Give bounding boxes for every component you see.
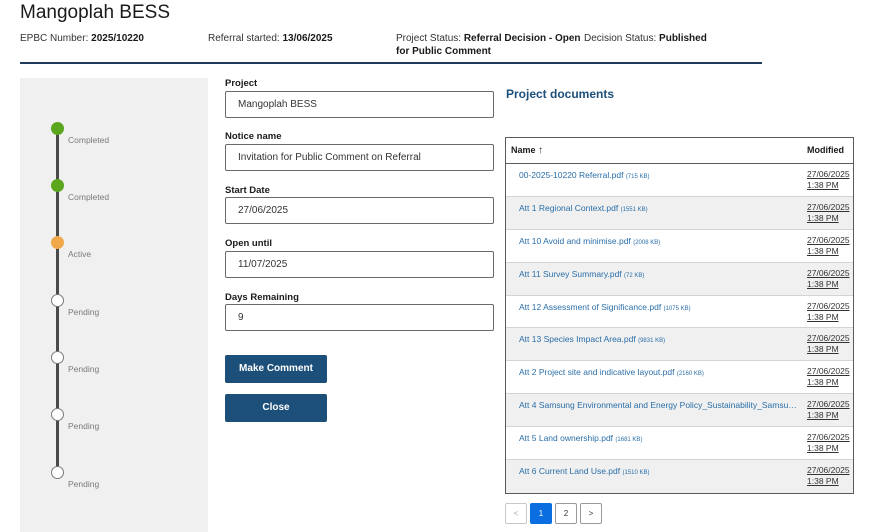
table-row: Att 13 Species Impact Area.pdf (9831 KB)… <box>506 328 853 362</box>
modified-date: 27/06/2025 1:38 PM <box>807 399 850 421</box>
step-4-pending-icon <box>51 294 64 307</box>
table-row: Att 11 Survey Summary.pdf (72 KB) 27/06/… <box>506 262 853 296</box>
page-title: Mangoplah BESS <box>20 2 170 23</box>
referral-started: Referral started: 13/06/2025 <box>208 33 333 44</box>
table-row: Att 10 Avoid and minimise.pdf (2008 KB) … <box>506 230 853 263</box>
step-3-label: Active <box>68 249 92 259</box>
notice-name-label: Notice name <box>225 131 282 142</box>
decision-status: Decision Status: Published <box>584 33 707 44</box>
document-link[interactable]: Att 2 Project site and indicative layout… <box>519 367 797 377</box>
modified-date: 27/06/2025 1:38 PM <box>807 169 850 190</box>
step-1-complete-icon <box>51 122 64 135</box>
open-until-label: Open until <box>225 238 272 249</box>
step-1-label: Completed <box>68 135 110 145</box>
previous-page-button[interactable]: < <box>505 503 527 524</box>
modified-date: 27/06/2025 1:38 PM <box>807 267 850 289</box>
document-link[interactable]: Att 10 Avoid and minimise.pdf (2008 KB) <box>519 236 797 246</box>
step-3-active-icon <box>51 236 64 249</box>
step-4-label: Pending <box>68 307 100 317</box>
table-row: Att 1 Regional Context.pdf (1551 KB) 27/… <box>506 196 853 230</box>
step-6-label: Pending <box>68 421 100 431</box>
modified-date: 27/06/2025 1:38 PM <box>807 300 850 322</box>
table-row: Att 5 Land ownership.pdf (1681 KB) 27/06… <box>506 427 853 461</box>
referral-started-value: 13/06/2025 <box>282 33 333 44</box>
project-status-value-2: for Public Comment <box>396 46 492 57</box>
name-column-header[interactable]: Name ↑ <box>511 145 543 156</box>
modified-date: 27/06/2025 1:38 PM <box>807 333 850 355</box>
start-date-label: Start Date <box>225 185 270 196</box>
pagination: < 1 2 > <box>505 503 602 524</box>
open-until-field[interactable]: 11/07/2025 <box>225 251 494 278</box>
decision-status-value: Published <box>659 33 707 44</box>
modified-date: 27/06/2025 1:38 PM <box>807 465 850 487</box>
table-row: Att 2 Project site and indicative layout… <box>506 361 853 395</box>
step-2-complete-icon <box>51 179 64 192</box>
project-status-value: Referral Decision - Open <box>463 33 581 44</box>
document-link[interactable]: Att 13 Species Impact Area.pdf (9831 KB) <box>519 334 797 344</box>
table-header: Name ↑ Modified <box>506 138 853 164</box>
step-5-label: Pending <box>68 364 100 374</box>
page-2-button[interactable]: 2 <box>555 503 577 524</box>
step-5-pending-icon <box>51 351 64 364</box>
step-6-pending-icon <box>51 408 64 421</box>
days-remaining-label: Days Remaining <box>225 292 299 303</box>
modified-column-header[interactable]: Modified <box>807 145 844 155</box>
table-row: Att 4 Samsung Environmental and Energy P… <box>506 394 853 428</box>
project-label: Project <box>225 78 258 89</box>
documents-table: Name ↑ Modified 00-2025-10220 Referral.p… <box>505 137 854 494</box>
project-field[interactable]: Mangoplah BESS <box>225 91 494 118</box>
project-documents-heading: Project documents <box>506 87 615 101</box>
document-link[interactable]: Att 6 Current Land Use.pdf (1510 KB) <box>519 466 797 476</box>
epbc-number: EPBC Number: 2025/10220 <box>20 33 144 44</box>
epbc-number-value: 2025/10220 <box>91 33 144 44</box>
project-status: Project Status: Referral Decision - Open… <box>396 33 581 57</box>
step-7-label: Pending <box>68 479 100 489</box>
notice-name-field[interactable]: Invitation for Public Comment on Referra… <box>225 144 494 171</box>
days-remaining-field[interactable]: 9 <box>225 304 494 331</box>
page-1-button[interactable]: 1 <box>530 503 552 524</box>
step-7-pending-icon <box>51 466 64 479</box>
document-link[interactable]: Att 11 Survey Summary.pdf (72 KB) <box>519 269 797 279</box>
make-comment-button[interactable]: Make Comment <box>225 355 327 383</box>
document-link[interactable]: Att 1 Regional Context.pdf (1551 KB) <box>519 203 797 213</box>
sort-ascending-icon: ↑ <box>538 145 544 156</box>
document-link[interactable]: 00-2025-10220 Referral.pdf (715 KB) <box>519 170 797 180</box>
document-link[interactable]: Att 12 Assessment of Significance.pdf (1… <box>519 302 797 312</box>
close-button[interactable]: Close <box>225 394 327 422</box>
modified-date: 27/06/2025 1:38 PM <box>807 201 850 223</box>
table-row: 00-2025-10220 Referral.pdf (715 KB) 27/0… <box>506 164 853 197</box>
step-2-label: Completed <box>68 192 110 202</box>
document-link[interactable]: Att 4 Samsung Environmental and Energy P… <box>519 400 797 410</box>
table-row: Att 6 Current Land Use.pdf (1510 KB) 27/… <box>506 460 853 493</box>
start-date-field[interactable]: 27/06/2025 <box>225 197 494 224</box>
header-divider <box>20 62 762 64</box>
progress-stepper: Completed Completed Active Pending Pendi… <box>20 78 208 532</box>
modified-date: 27/06/2025 1:38 PM <box>807 234 850 256</box>
modified-date: 27/06/2025 1:38 PM <box>807 366 850 388</box>
next-page-button[interactable]: > <box>580 503 602 524</box>
document-link[interactable]: Att 5 Land ownership.pdf (1681 KB) <box>519 433 797 443</box>
modified-date: 27/06/2025 1:38 PM <box>807 432 850 454</box>
table-row: Att 12 Assessment of Significance.pdf (1… <box>506 296 853 329</box>
